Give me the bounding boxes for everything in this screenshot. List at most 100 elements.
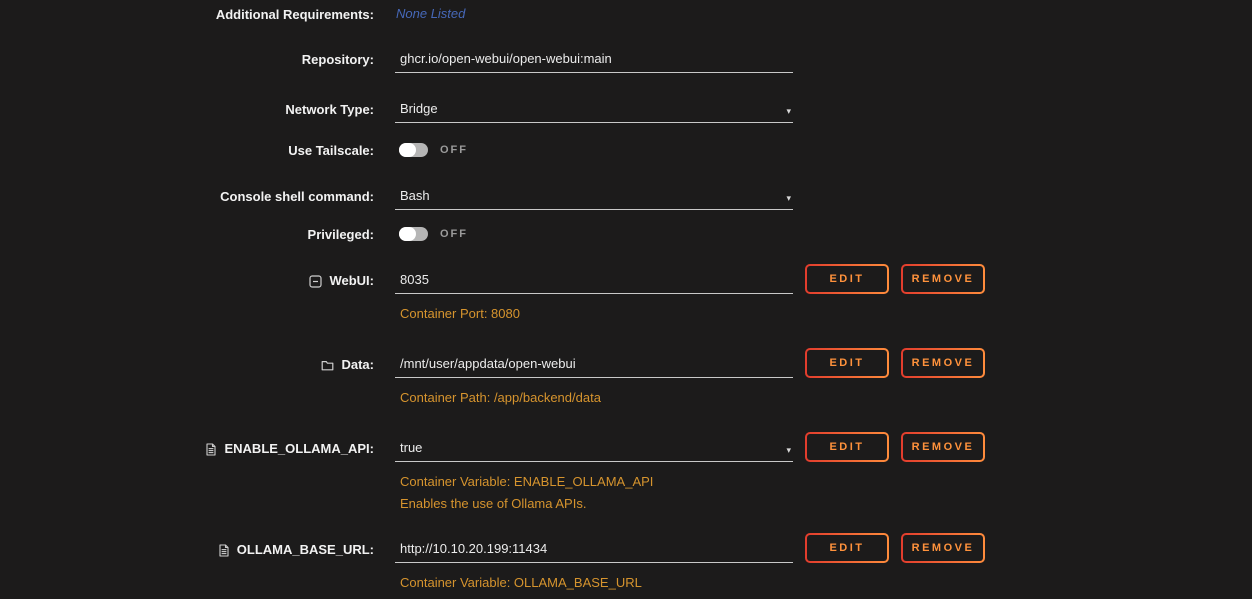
- toggle-state-label: OFF: [440, 144, 468, 156]
- form-row: OLLAMA_BASE_URL: EDIT REMOVE Container Va…: [0, 533, 1252, 594]
- field-control: true ▾: [395, 436, 793, 462]
- remove-button-label: REMOVE: [903, 535, 983, 561]
- form-row: Additional Requirements: None Listed: [0, 4, 1252, 24]
- select-dropdown[interactable]: true ▾: [395, 436, 793, 462]
- text-input[interactable]: [395, 51, 793, 69]
- text-input-field: [395, 537, 793, 563]
- remove-button-label: REMOVE: [903, 434, 983, 460]
- field-control: OFF: [395, 142, 793, 158]
- field-control: [395, 352, 793, 378]
- edit-button-label: EDIT: [807, 434, 887, 460]
- field-control: OFF: [395, 226, 793, 242]
- select-dropdown[interactable]: Bridge ▾: [395, 97, 793, 123]
- field-label-cell: Console shell command:: [0, 189, 395, 210]
- field-label-cell: ENABLE_OLLAMA_API:: [0, 441, 395, 462]
- field-descriptions: Container Path: /app/backend/data: [395, 387, 793, 409]
- toggle-switch[interactable]: [399, 227, 428, 241]
- docker-template-page: Additional Requirements: None Listed Rep…: [0, 0, 1252, 599]
- field-label: Additional Requirements:: [216, 7, 374, 22]
- field-label-cell: OLLAMA_BASE_URL:: [0, 542, 395, 563]
- folder-icon: [321, 359, 334, 372]
- toggle-knob: [399, 227, 416, 241]
- edit-button-label: EDIT: [807, 266, 887, 292]
- minus-square-icon: [309, 275, 322, 288]
- static-value: None Listed: [395, 4, 793, 24]
- toggle-switch[interactable]: [399, 143, 428, 157]
- remove-button-label: REMOVE: [903, 350, 983, 376]
- toggle-knob: [399, 143, 416, 157]
- field-label-cell: Use Tailscale:: [0, 143, 395, 158]
- form-row: WebUI: EDIT REMOVE Container Port: 8080: [0, 264, 1252, 325]
- text-input[interactable]: [395, 272, 793, 290]
- text-input[interactable]: [395, 541, 793, 559]
- select-dropdown[interactable]: Bash ▾: [395, 184, 793, 210]
- field-label: Data:: [341, 357, 374, 372]
- form-row: Console shell command: Bash ▾: [0, 184, 1252, 210]
- row-buttons: EDIT REMOVE: [805, 264, 1252, 294]
- file-text-icon: [205, 443, 217, 456]
- field-control: [395, 47, 793, 73]
- chevron-down-icon: ▾: [786, 446, 791, 455]
- toggle-row: OFF: [395, 142, 793, 158]
- docker-template-form: Additional Requirements: None Listed Rep…: [0, 0, 1252, 594]
- field-label: Repository:: [302, 52, 374, 67]
- field-label-cell: Network Type:: [0, 102, 395, 123]
- remove-button[interactable]: REMOVE: [901, 264, 985, 294]
- row-buttons: EDIT REMOVE: [805, 533, 1252, 563]
- row-buttons: EDIT REMOVE: [805, 432, 1252, 462]
- field-control: Bridge ▾: [395, 97, 793, 123]
- field-label: Privileged:: [308, 227, 374, 242]
- field-descriptions: Container Variable: OLLAMA_BASE_URL: [395, 572, 793, 594]
- field-label: Console shell command:: [220, 189, 374, 204]
- field-label-cell: Data:: [0, 357, 395, 378]
- field-description: Enables the use of Ollama APIs.: [400, 493, 793, 515]
- field-control: Bash ▾: [395, 184, 793, 210]
- edit-button[interactable]: EDIT: [805, 264, 889, 294]
- chevron-down-icon: ▾: [786, 107, 791, 116]
- select-value: Bridge: [395, 101, 438, 119]
- edit-button[interactable]: EDIT: [805, 533, 889, 563]
- remove-button[interactable]: REMOVE: [901, 533, 985, 563]
- remove-button[interactable]: REMOVE: [901, 348, 985, 378]
- row-buttons: EDIT REMOVE: [805, 348, 1252, 378]
- remove-button-label: REMOVE: [903, 266, 983, 292]
- field-label-cell: Additional Requirements:: [0, 7, 395, 22]
- edit-button[interactable]: EDIT: [805, 348, 889, 378]
- form-row: Data: EDIT REMOVE Container Path: /app/ba…: [0, 348, 1252, 409]
- field-control: None Listed: [395, 4, 793, 24]
- text-input[interactable]: [395, 356, 793, 374]
- field-description: Container Variable: ENABLE_OLLAMA_API: [400, 471, 793, 493]
- field-label: OLLAMA_BASE_URL:: [237, 542, 374, 557]
- form-row: Privileged: OFF: [0, 226, 1252, 242]
- form-row: ENABLE_OLLAMA_API: true ▾ EDIT REMOVE Con…: [0, 432, 1252, 515]
- field-description: Container Path: /app/backend/data: [400, 387, 793, 409]
- field-label: WebUI:: [329, 273, 374, 288]
- form-row: Repository:: [0, 47, 1252, 73]
- field-label-cell: WebUI:: [0, 273, 395, 294]
- file-text-icon: [218, 544, 230, 557]
- edit-button-label: EDIT: [807, 535, 887, 561]
- field-label-cell: Repository:: [0, 52, 395, 73]
- field-label: Use Tailscale:: [288, 143, 374, 158]
- select-value: true: [395, 440, 422, 458]
- form-row: Network Type: Bridge ▾: [0, 97, 1252, 123]
- toggle-row: OFF: [395, 226, 793, 242]
- field-description: Container Variable: OLLAMA_BASE_URL: [400, 572, 793, 594]
- field-descriptions: Container Port: 8080: [395, 303, 793, 325]
- toggle-state-label: OFF: [440, 228, 468, 240]
- form-row: Use Tailscale: OFF: [0, 142, 1252, 158]
- text-input-field: [395, 268, 793, 294]
- edit-button[interactable]: EDIT: [805, 432, 889, 462]
- text-input-field: [395, 352, 793, 378]
- field-description: Container Port: 8080: [400, 303, 793, 325]
- field-control: [395, 537, 793, 563]
- field-control: [395, 268, 793, 294]
- chevron-down-icon: ▾: [786, 194, 791, 203]
- remove-button[interactable]: REMOVE: [901, 432, 985, 462]
- field-label: Network Type:: [285, 102, 374, 117]
- field-label: ENABLE_OLLAMA_API:: [224, 441, 374, 456]
- field-label-cell: Privileged:: [0, 227, 395, 242]
- select-value: Bash: [395, 188, 430, 206]
- text-input-field: [395, 47, 793, 73]
- field-descriptions: Container Variable: ENABLE_OLLAMA_APIEna…: [395, 471, 793, 515]
